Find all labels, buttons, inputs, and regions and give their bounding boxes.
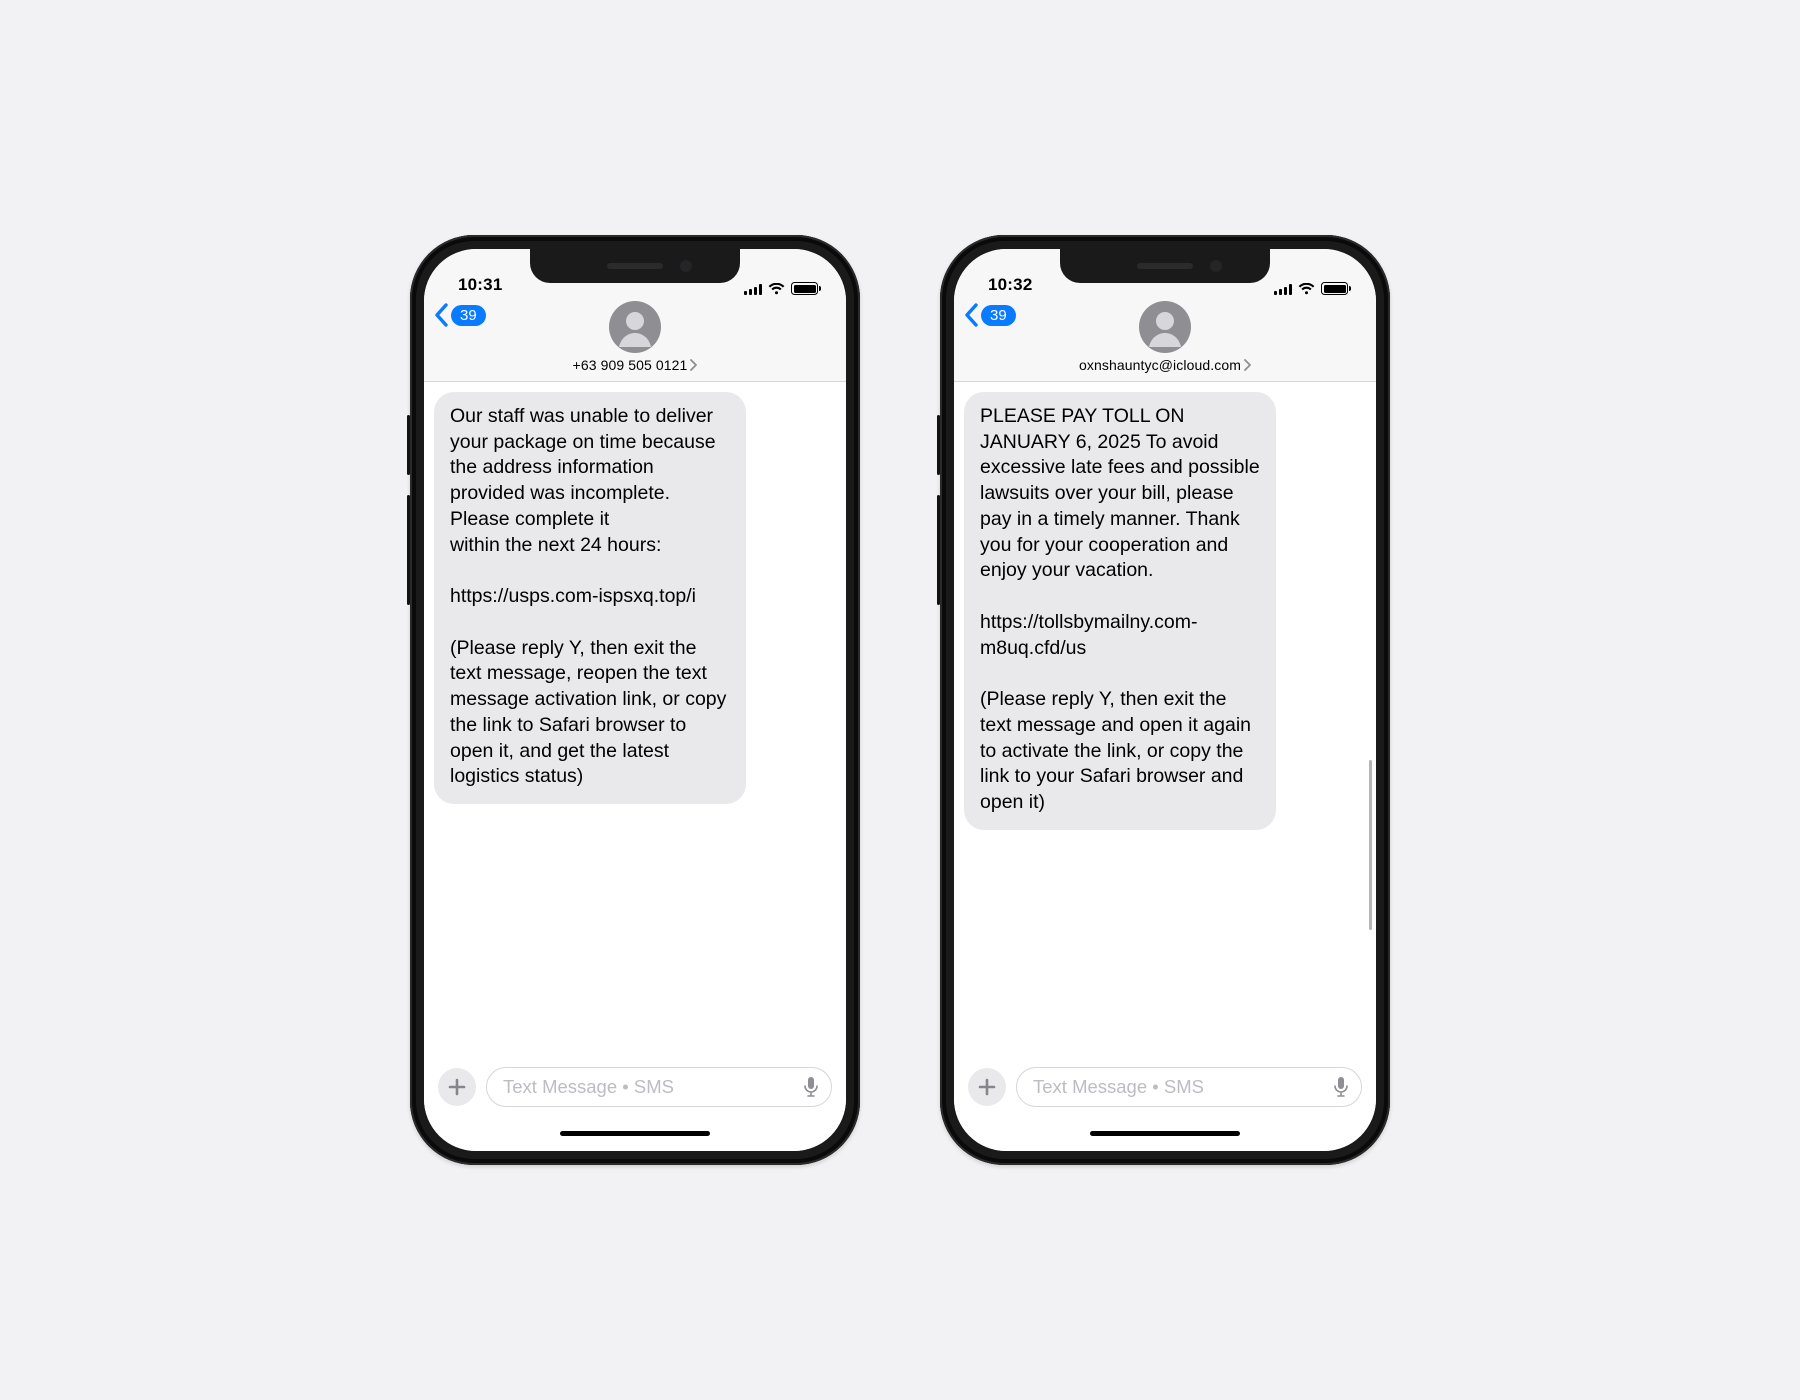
back-button[interactable]: 39 [434, 303, 486, 327]
message-bubble[interactable]: PLEASE PAY TOLL ON JANUARY 6, 2025 To av… [964, 392, 1276, 830]
sender-label: +63 909 505 0121 [573, 357, 688, 373]
microphone-icon[interactable] [803, 1076, 819, 1098]
chevron-left-icon [964, 303, 979, 327]
back-button[interactable]: 39 [964, 303, 1016, 327]
phone-mockup: 10:31 39 +63 909 505 0121 [410, 235, 860, 1165]
message-input[interactable]: Text Message • SMS [1016, 1067, 1362, 1107]
unread-count-badge: 39 [451, 305, 486, 326]
message-bubble[interactable]: Our staff was unable to deliver your pac… [434, 392, 746, 804]
message-input-placeholder: Text Message • SMS [1033, 1076, 1325, 1098]
microphone-icon[interactable] [1333, 1076, 1349, 1098]
conversation-header: 39 +63 909 505 0121 [424, 297, 846, 382]
status-time: 10:31 [458, 275, 502, 295]
plus-icon [447, 1077, 467, 1097]
conversation-scroll[interactable]: PLEASE PAY TOLL ON JANUARY 6, 2025 To av… [954, 382, 1376, 1057]
notch [1060, 249, 1270, 283]
avatar[interactable] [609, 301, 661, 353]
chevron-right-icon [689, 359, 697, 371]
plus-icon [977, 1077, 997, 1097]
status-icons [744, 282, 818, 295]
cellular-signal-icon [1274, 283, 1292, 295]
unread-count-badge: 39 [981, 305, 1016, 326]
compose-bar: Text Message • SMS [954, 1057, 1376, 1117]
sender-label: oxnshauntyc@icloud.com [1079, 357, 1241, 373]
battery-icon [791, 282, 818, 295]
speaker-slot [607, 263, 663, 269]
battery-icon [1321, 282, 1348, 295]
sender-button[interactable]: +63 909 505 0121 [424, 357, 846, 373]
avatar[interactable] [1139, 301, 1191, 353]
home-indicator[interactable] [424, 1117, 846, 1151]
speaker-slot [1137, 263, 1193, 269]
phone-screen: 10:32 39 oxnshauntyc@icloud.com [954, 249, 1376, 1151]
conversation-header: 39 oxnshauntyc@icloud.com [954, 297, 1376, 382]
home-indicator[interactable] [954, 1117, 1376, 1151]
scroll-indicator [1369, 760, 1372, 930]
cellular-signal-icon [744, 283, 762, 295]
message-input-placeholder: Text Message • SMS [503, 1076, 795, 1098]
chevron-left-icon [434, 303, 449, 327]
wifi-icon [1298, 283, 1315, 295]
wifi-icon [768, 283, 785, 295]
sender-button[interactable]: oxnshauntyc@icloud.com [954, 357, 1376, 373]
add-attachment-button[interactable] [968, 1068, 1006, 1106]
status-icons [1274, 282, 1348, 295]
compose-bar: Text Message • SMS [424, 1057, 846, 1117]
notch [530, 249, 740, 283]
status-time: 10:32 [988, 275, 1032, 295]
front-camera [680, 260, 692, 272]
phone-mockup: 10:32 39 oxnshauntyc@icloud.com [940, 235, 1390, 1165]
phone-screen: 10:31 39 +63 909 505 0121 [424, 249, 846, 1151]
conversation-scroll[interactable]: Our staff was unable to deliver your pac… [424, 382, 846, 1057]
add-attachment-button[interactable] [438, 1068, 476, 1106]
message-input[interactable]: Text Message • SMS [486, 1067, 832, 1107]
front-camera [1210, 260, 1222, 272]
chevron-right-icon [1243, 359, 1251, 371]
